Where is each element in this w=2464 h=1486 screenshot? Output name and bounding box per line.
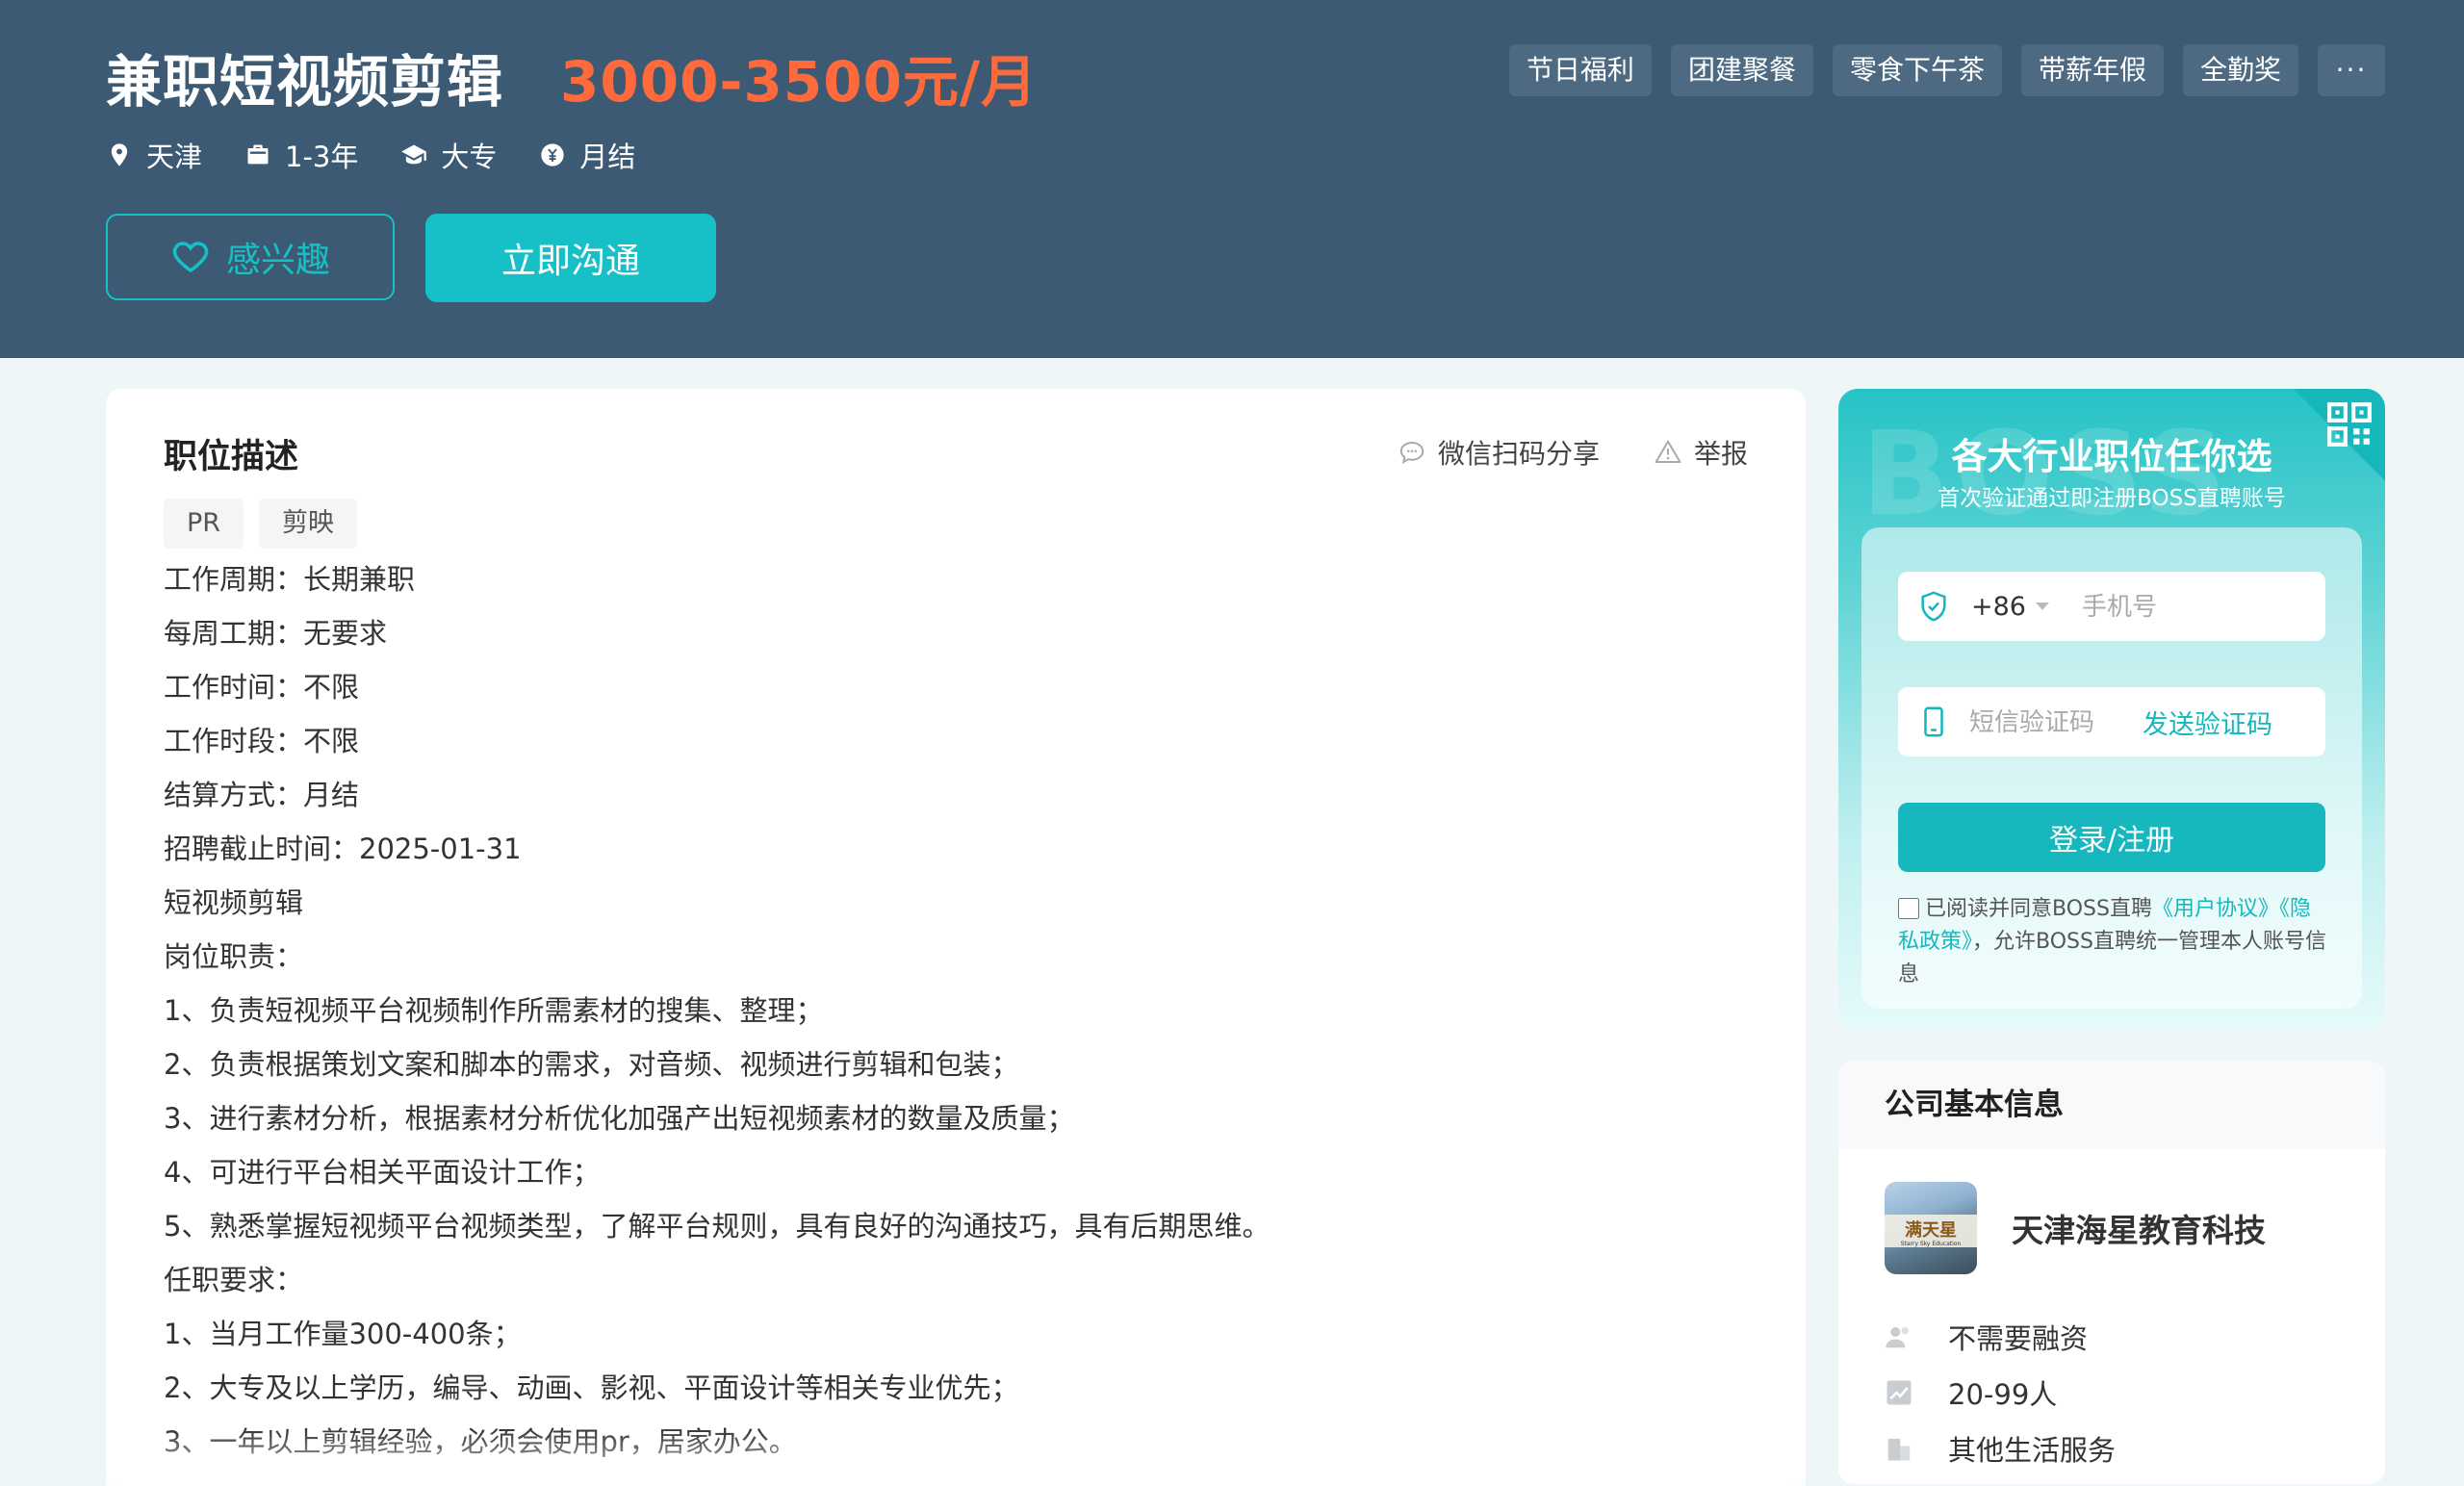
signup-card: BOSS 各大行业职位任你选 首次验证通过即注册BOSS直聘账号 +86 发送验…: [1838, 389, 2385, 1030]
wechat-share-button[interactable]: 微信扫码分享: [1398, 433, 1600, 472]
report-label: 举报: [1693, 438, 1748, 470]
company-logo-text: 满天星: [1905, 1219, 1957, 1241]
user-agreement-link[interactable]: 《用户协议》: [2152, 897, 2279, 921]
job-description-text: 工作周期：长期兼职 每周工期：无要求 工作时间：不限 工作时段：不限 结算方式：…: [164, 552, 1742, 1469]
trend-chart-icon: [1886, 1380, 1912, 1405]
agreement-checkbox[interactable]: [1898, 898, 1919, 919]
job-meta: 天津 1-3年 大专 月结: [106, 135, 635, 175]
phone-input[interactable]: [2081, 591, 2294, 622]
benefit-tag: 零食下午茶: [1832, 44, 2002, 96]
meta-city: 天津: [106, 135, 202, 175]
heart-icon: [172, 242, 209, 273]
sms-code-field: 发送验证码: [1898, 687, 2325, 756]
job-header: 兼职短视频剪辑 3000-3500元/月 节日福利 团建聚餐 零食下午茶 带薪年…: [0, 0, 2464, 358]
benefit-tag: 带薪年假: [2020, 44, 2164, 96]
location-pin-icon: [111, 143, 128, 167]
login-register-button[interactable]: 登录/注册: [1898, 803, 2325, 872]
company-financing-value: 不需要融资: [1948, 1322, 2089, 1355]
benefit-tag: 全勤奖: [2182, 44, 2298, 96]
meta-experience-label: 1-3年: [285, 141, 359, 173]
description-line: 招聘截止时间：2025-01-31: [164, 833, 522, 865]
description-line: 结算方式：月结: [164, 779, 360, 811]
phone-icon: [1924, 706, 1943, 737]
building-icon: [1887, 1439, 1911, 1461]
wechat-share-label: 微信扫码分享: [1437, 438, 1600, 470]
meta-education-label: 大专: [441, 141, 498, 173]
job-description-card: 职位描述 微信扫码分享 举报 PR 剪映 工作周期：长期兼职 每周工期：无要求 …: [106, 389, 1806, 1486]
job-title: 兼职短视频剪辑: [106, 49, 504, 115]
description-line: 3、进行素材分析，根据素材分析优化加强产出短视频素材的数量及质量；: [164, 1102, 1075, 1135]
skill-tags: PR 剪映: [164, 499, 358, 549]
description-line: 2、负责根据策划文案和脚本的需求，对音频、视频进行剪辑和包装；: [164, 1048, 1019, 1081]
country-code-select[interactable]: +86: [1971, 592, 2049, 622]
chevron-down-icon: [2035, 602, 2049, 610]
benefit-tag: 节日福利: [1508, 44, 1652, 96]
description-line: 工作时段：不限: [164, 725, 360, 757]
company-logo-image: 满天星 Starry Sky Education: [1885, 1215, 1977, 1247]
description-line: 1、当月工作量300-400条；: [164, 1318, 522, 1350]
benefit-tags: 节日福利 团建聚餐 零食下午茶 带薪年假 全勤奖 ···: [1508, 44, 2385, 96]
interest-button[interactable]: 感兴趣: [106, 214, 395, 300]
description-line: 任职要求：: [164, 1264, 304, 1296]
signup-headline: 各大行业职位任你选: [1951, 436, 2272, 477]
description-line: 工作周期：长期兼职: [164, 563, 416, 596]
description-line: 工作时间：不限: [164, 671, 360, 704]
company-size-value: 20-99人: [1948, 1378, 2058, 1411]
company-section-title: 公司基本信息: [1838, 1061, 2385, 1149]
chat-bubble-icon: [1399, 441, 1424, 464]
description-line: 2、大专及以上学历，编导、动画、影视、平面设计等相关专业优先；: [164, 1371, 1019, 1404]
shield-check-icon: [1921, 591, 1946, 622]
benefit-tag: 团建聚餐: [1670, 44, 1813, 96]
company-facts: 不需要融资 20-99人 其他生活服务: [1885, 1309, 2116, 1476]
currency-icon: [541, 143, 565, 167]
graduation-cap-icon: [401, 144, 427, 165]
report-button[interactable]: 举报: [1654, 433, 1748, 472]
salary: 3000-3500元/月: [560, 49, 1039, 115]
skill-tag: PR: [164, 499, 244, 549]
phone-field: +86: [1898, 572, 2325, 641]
company-info-card: 公司基本信息 满天星 Starry Sky Education 天津海星教育科技…: [1838, 1061, 2385, 1484]
warning-icon: [1655, 440, 1681, 463]
meta-pay-cycle: 月结: [539, 135, 635, 175]
chat-now-button[interactable]: 立即沟通: [425, 214, 716, 302]
section-title: 职位描述: [164, 438, 299, 476]
meta-pay-cycle-label: 月结: [579, 141, 636, 173]
description-line: 岗位职责：: [164, 940, 304, 973]
company-logo[interactable]: 满天星 Starry Sky Education: [1885, 1182, 1977, 1274]
meta-education: 大专: [400, 135, 497, 175]
agreement: 已阅读并同意BOSS直聘《用户协议》《隐私政策》，允许BOSS直聘统一管理本人账…: [1898, 893, 2331, 991]
description-line: 每周工期：无要求: [164, 617, 388, 650]
description-line: 1、负责短视频平台视频制作所需素材的搜集、整理；: [164, 994, 824, 1027]
agreement-prefix: 已阅读并同意BOSS直聘: [1925, 897, 2152, 921]
more-benefits-button[interactable]: ···: [2318, 44, 2385, 96]
send-code-button[interactable]: 发送验证码: [2143, 704, 2272, 741]
signup-subline: 首次验证通过即注册BOSS直聘账号: [1938, 486, 2286, 511]
company-industry-value: 其他生活服务: [1948, 1434, 2117, 1467]
description-line: 5、熟悉掌握短视频平台视频类型，了解平台规则，具有良好的沟通技巧，具有后期思维。: [164, 1210, 1270, 1243]
meta-experience: 1-3年: [244, 135, 358, 175]
company-financing: 不需要融资: [1885, 1309, 2116, 1365]
description-line: 4、可进行平台相关平面设计工作；: [164, 1156, 601, 1189]
users-icon: [1886, 1327, 1909, 1348]
company-name[interactable]: 天津海星教育科技: [2012, 1205, 2266, 1251]
company-size: 20-99人: [1885, 1365, 2116, 1421]
briefcase-icon: [247, 144, 269, 165]
sms-code-input[interactable]: [1969, 706, 2133, 737]
interest-label: 感兴趣: [225, 241, 330, 280]
meta-city-label: 天津: [146, 141, 203, 173]
company-industry: 其他生活服务: [1885, 1421, 2116, 1476]
description-line: 短视频剪辑: [164, 886, 304, 919]
company-logo-subtext: Starry Sky Education: [1901, 1241, 1962, 1247]
fade-overlay: [106, 1428, 1806, 1486]
skill-tag: 剪映: [259, 499, 358, 549]
country-code-value: +86: [1971, 591, 2026, 622]
signup-form: +86 发送验证码 登录/注册 已阅读并同意BOSS直聘《用户协议》《隐私政策》…: [1861, 527, 2362, 1009]
card-actions: 微信扫码分享 举报: [1398, 433, 1748, 472]
